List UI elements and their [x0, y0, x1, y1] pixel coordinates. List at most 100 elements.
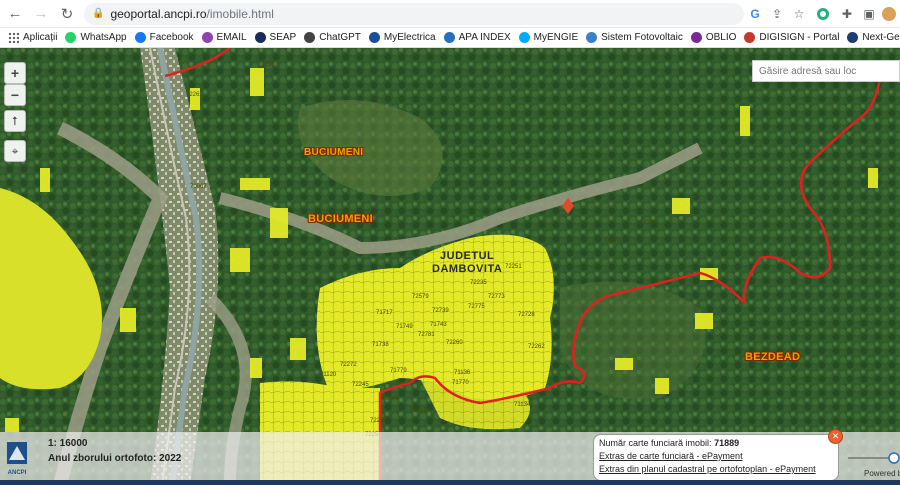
reload-icon[interactable]: ↻	[56, 3, 78, 25]
whatsapp-icon	[65, 32, 77, 43]
digisign-icon	[744, 32, 756, 43]
parcel-number[interactable]: 72258	[258, 62, 275, 68]
bookmark-item[interactable]: WhatsApp	[65, 32, 127, 43]
powered-by-text: Powered b	[864, 469, 900, 478]
parcel-number[interactable]: 72775	[468, 304, 485, 310]
map-scale: 1: 16000	[48, 438, 88, 449]
parcel-number[interactable]: 71136	[454, 370, 470, 376]
parcel-number[interactable]: 72272	[340, 362, 357, 368]
share-icon[interactable]: ⇪	[768, 5, 786, 23]
parcel-number[interactable]: 72235	[470, 280, 487, 286]
taskbar	[0, 480, 900, 485]
bookmark-item[interactable]: Sistem Fotovoltaic	[586, 32, 683, 43]
google-icon[interactable]: G	[746, 5, 764, 23]
bookmark-item[interactable]: DIGISIGN - Portal	[744, 32, 839, 43]
bookmark-item[interactable]: EMAIL	[201, 32, 247, 43]
bookmark-label: MyElectrica	[383, 32, 436, 43]
url-host: geoportal.ancpi.ro	[110, 6, 207, 21]
place-label: BUCIUMENI	[304, 147, 364, 158]
parcel-number[interactable]: 72270	[604, 238, 621, 244]
bookmark-label: SEAP	[269, 32, 297, 43]
parcel-number[interactable]: 72728	[518, 312, 535, 318]
parcel-number[interactable]: 72739	[432, 308, 449, 314]
bookmark-item[interactable]: APA INDEX	[443, 32, 511, 43]
zoom-out-button[interactable]: −	[4, 84, 26, 106]
parcel-number[interactable]: 72262	[528, 344, 545, 350]
extensions-puzzle-icon[interactable]: ✚	[838, 5, 856, 23]
bookmark-item[interactable]: ChatGPT	[304, 32, 361, 43]
myengie-icon	[518, 32, 530, 43]
parcel-number[interactable]: 71134	[514, 402, 530, 408]
address-search-input[interactable]: Găsire adresă sau loc	[752, 60, 900, 82]
popup-number-value: 71889	[714, 438, 740, 448]
parcel-number[interactable]: 72260	[446, 340, 463, 346]
bookmark-label: Facebook	[149, 32, 194, 43]
compass-north-icon[interactable]: ⭡	[4, 110, 26, 132]
parcel-number[interactable]: 71743	[430, 322, 447, 328]
bookmark-item[interactable]: SEAP	[254, 32, 297, 43]
bookmark-item[interactable]: OBLIO	[690, 32, 737, 43]
place-label: BEZDEAD	[745, 351, 801, 363]
email-icon	[201, 32, 213, 43]
parcel-number[interactable]: 72262	[186, 92, 203, 98]
parcel-number[interactable]: 72244	[382, 396, 399, 402]
bookmark-item[interactable]: MyElectrica	[368, 32, 436, 43]
parcel-number[interactable]: 71749	[396, 324, 413, 330]
back-icon[interactable]: ←	[4, 3, 26, 25]
bookmarks-bar: Aplicații WhatsApp Facebook EMAIL SEAP ChatGP…	[0, 28, 900, 48]
parcel-number[interactable]: 72251	[505, 264, 522, 270]
county-label-line: DAMBOVITA	[432, 263, 503, 275]
locate-me-icon[interactable]: ⌖	[4, 140, 26, 162]
parcel-number[interactable]: 72279	[640, 220, 657, 226]
popup-number-label: Număr carte funciară imobil:	[599, 438, 712, 448]
bookmark-label: OBLIO	[705, 32, 737, 43]
forward-icon[interactable]: →	[30, 3, 52, 25]
parcel-number[interactable]: 72781	[418, 332, 435, 338]
bookmark-label: MyENGIE	[533, 32, 579, 43]
parcel-number[interactable]: 72251	[410, 408, 427, 414]
parcel-number[interactable]: 72258	[370, 418, 387, 424]
parcel-number[interactable]: 71120	[320, 372, 336, 378]
parcel-number[interactable]: 71770	[452, 380, 469, 386]
parcel-number[interactable]: 72773	[488, 294, 505, 300]
oblio-icon	[690, 32, 702, 43]
close-popup-icon[interactable]: ✕	[828, 429, 843, 444]
bookmark-item[interactable]: MyENGIE	[518, 32, 579, 43]
parcel-number[interactable]: 72579	[412, 294, 429, 300]
bookmark-item[interactable]: Next-Gen	[847, 32, 900, 43]
extension-green-icon[interactable]	[814, 5, 832, 23]
profile-avatar-icon[interactable]	[880, 5, 898, 23]
bookmark-label: Next-Gen	[862, 32, 900, 43]
apps-icon	[8, 32, 19, 43]
parcel-number[interactable]: 71738	[372, 342, 389, 348]
sidebar-icon[interactable]: ▣	[860, 5, 878, 23]
map-view[interactable]: 72251 72235 72773 72579 72739 72775 7272…	[0, 48, 900, 485]
bookmark-item[interactable]: Facebook	[134, 32, 194, 43]
parcel-number[interactable]: 71779	[390, 368, 407, 374]
lock-icon[interactable]: 🔒	[92, 8, 104, 19]
bookmark-label: APA INDEX	[458, 32, 511, 43]
address-bar[interactable]: 🔒 geoportal.ancpi.ro/imobile.html	[84, 2, 744, 25]
bookmark-star-icon[interactable]: ☆	[790, 5, 808, 23]
sistem-fotovoltaic-icon	[586, 32, 598, 43]
county-label: JUDETUL DAMBOVITA	[432, 250, 502, 276]
seap-icon	[254, 32, 266, 43]
extras-plan-cadastral-link[interactable]: Extras din planul cadastral pe ortofotop…	[599, 463, 833, 476]
parcel-number[interactable]: 72245	[352, 382, 369, 388]
ancpi-logo-icon: ANCPI	[7, 442, 27, 476]
extras-carte-funciara-link[interactable]: Extras de carte funciară - ePayment	[599, 450, 833, 463]
zoom-in-button[interactable]: +	[4, 62, 26, 84]
parcel-number[interactable]: 70067	[190, 184, 207, 190]
bookmark-label: ChatGPT	[319, 32, 361, 43]
next-gen-icon	[847, 32, 859, 43]
bookmark-label: Aplicații	[23, 32, 58, 43]
myelectrica-icon	[368, 32, 380, 43]
parcel-info-popup: Număr carte funciară imobil: 71889 Extra…	[593, 434, 839, 481]
logo-text: ANCPI	[8, 470, 27, 476]
bookmark-label: DIGISIGN - Portal	[759, 32, 840, 43]
bookmark-item[interactable]: Aplicații	[8, 32, 57, 43]
parcel-number[interactable]: 71717	[376, 310, 393, 316]
opacity-slider[interactable]	[848, 451, 900, 465]
apa-index-icon	[443, 32, 455, 43]
bookmark-label: WhatsApp	[80, 32, 127, 43]
